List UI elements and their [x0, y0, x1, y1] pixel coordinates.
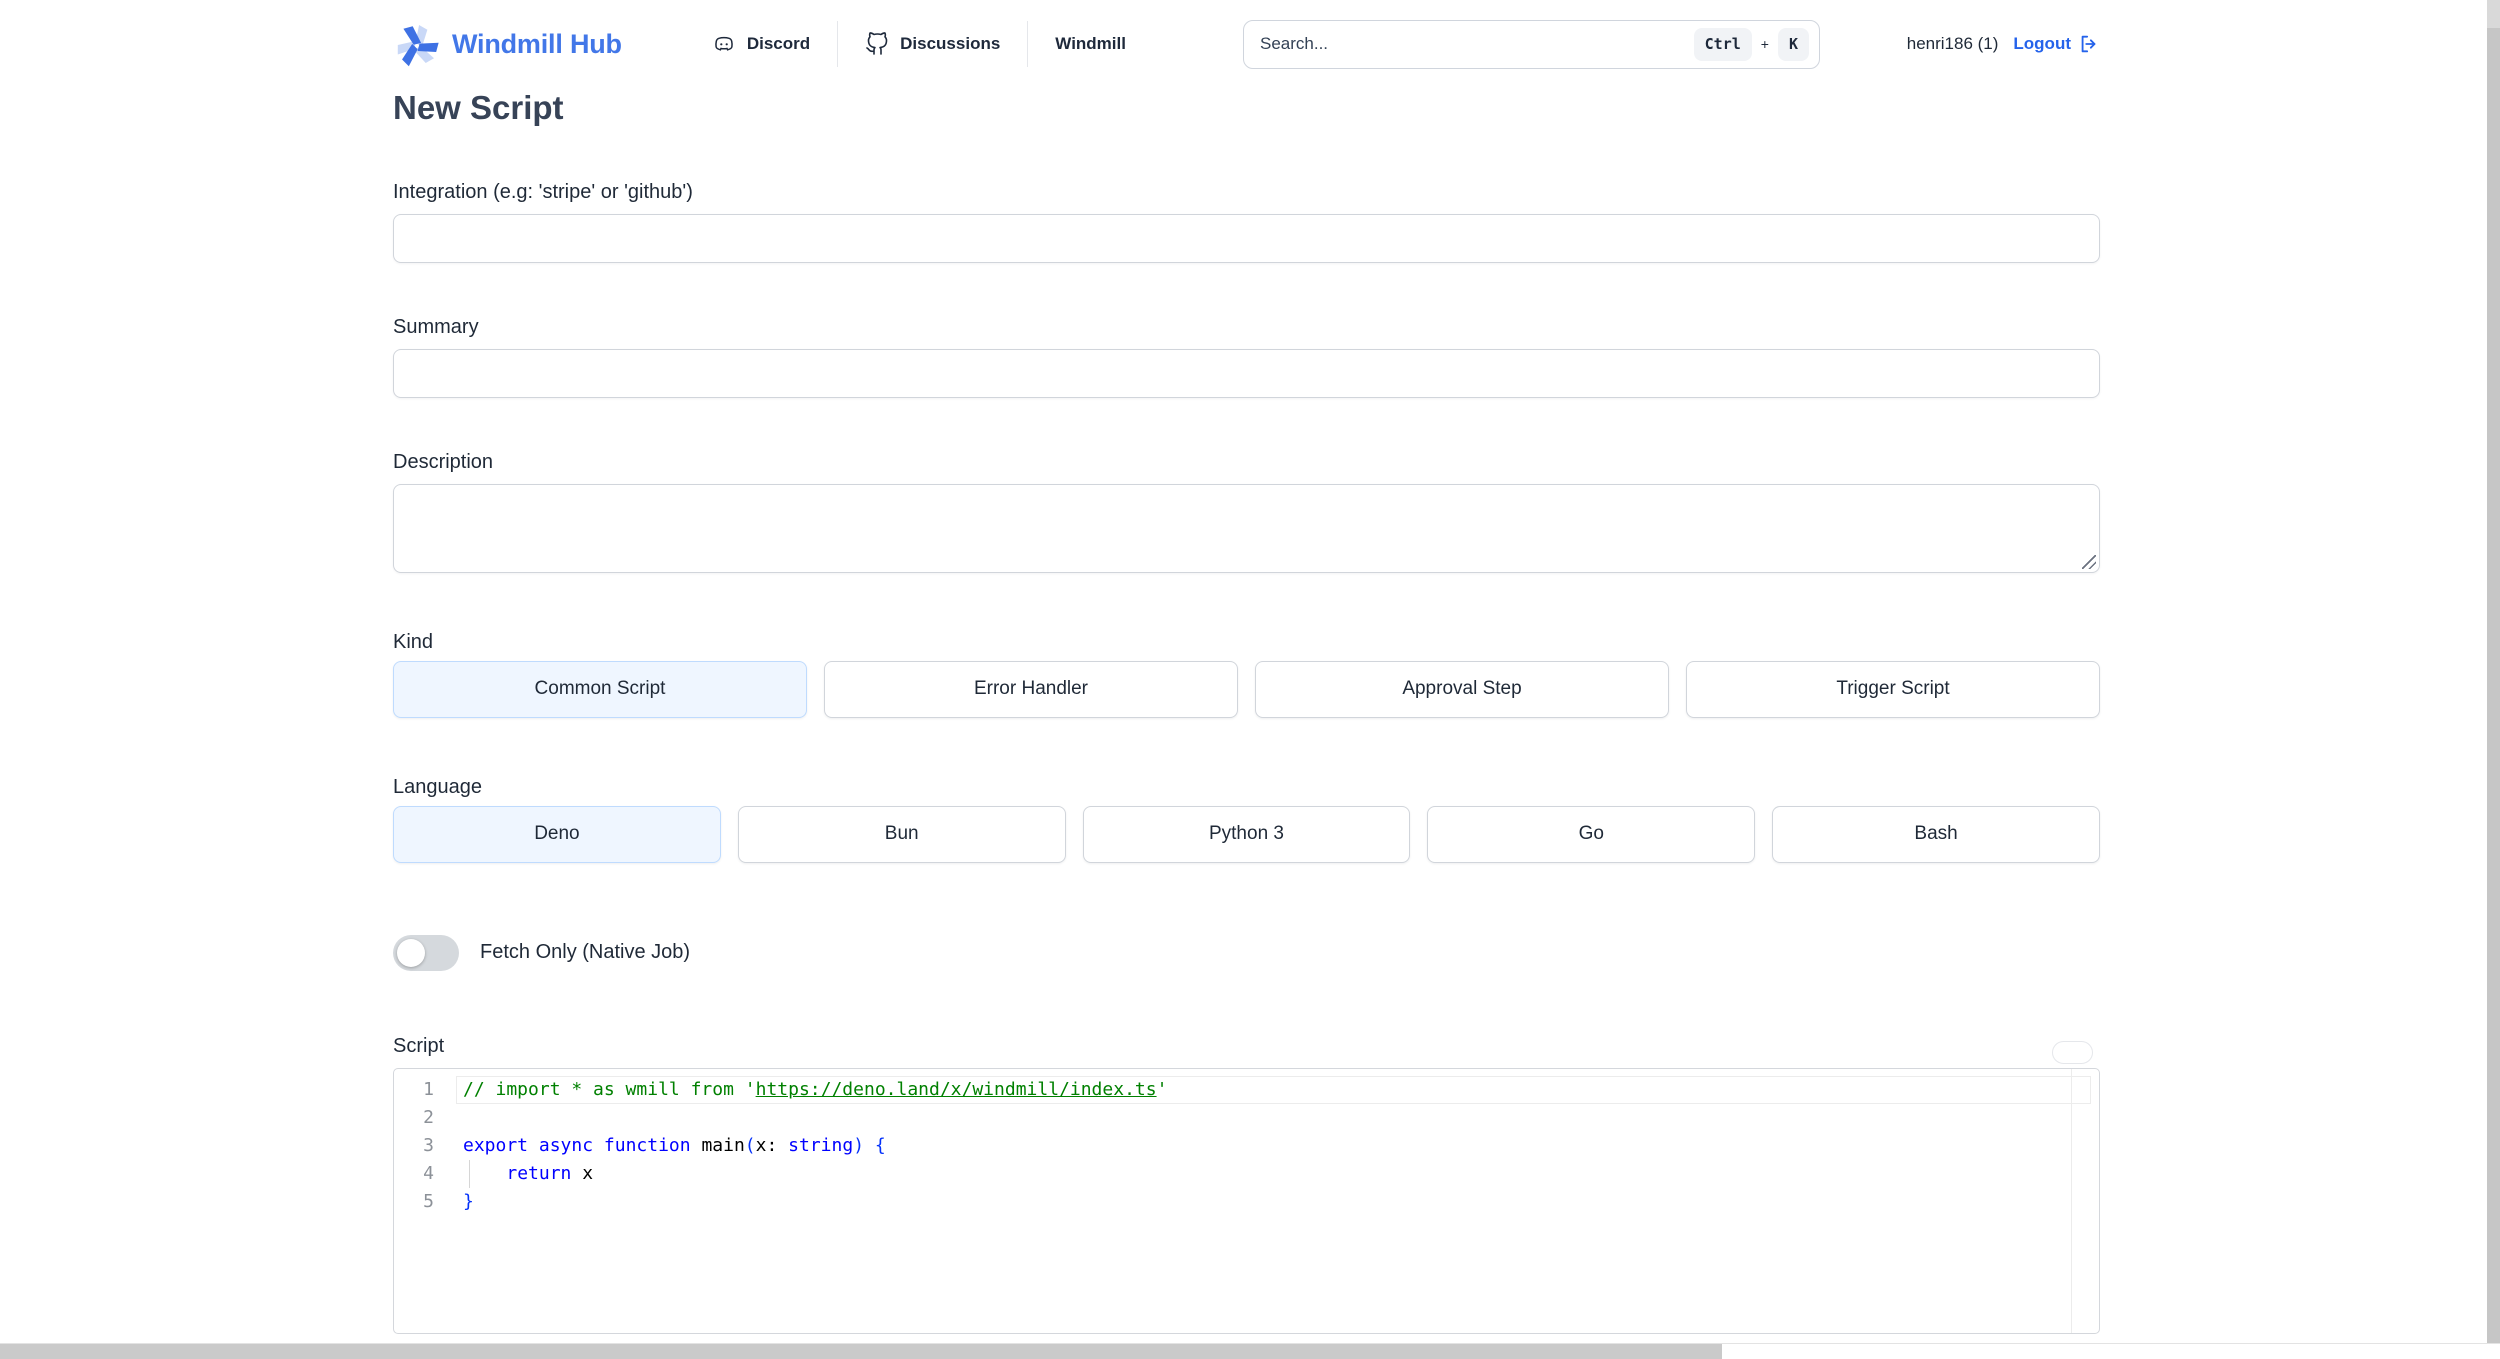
- summary-input[interactable]: [393, 348, 2100, 398]
- kind-label: Kind: [393, 630, 434, 653]
- search-input[interactable]: [1259, 34, 1685, 54]
- language-option-bash[interactable]: Bash: [1772, 805, 2100, 863]
- integration-input[interactable]: [393, 213, 2100, 263]
- github-icon: [865, 32, 889, 56]
- vertical-scrollbar-thumb[interactable]: [2487, 28, 2500, 1343]
- fetch-only-label: Fetch Only (Native Job): [480, 941, 691, 964]
- discord-icon: [712, 32, 736, 56]
- description-textarea[interactable]: [393, 483, 2100, 573]
- username-label: henri186 (1): [1906, 34, 1999, 53]
- code-line: 1 // import * as wmill from 'https://deno…: [394, 1076, 2099, 1104]
- language-option-bun[interactable]: Bun: [737, 805, 1066, 863]
- kind-option-approval-step[interactable]: Approval Step: [1255, 660, 1669, 718]
- kbd-k-badge: K: [1777, 27, 1809, 61]
- fetch-only-toggle[interactable]: [393, 934, 459, 971]
- code-line-content: }: [463, 1190, 474, 1212]
- language-option-python-3[interactable]: Python 3: [1082, 805, 1411, 863]
- integration-label: Integration (e.g: 'stripe' or 'github'): [393, 180, 693, 203]
- line-number: 5: [423, 1190, 434, 1212]
- logout-button[interactable]: Logout: [2013, 33, 2100, 55]
- code-line-content: export async function main(x: string) {: [463, 1134, 886, 1156]
- code-editor[interactable]: 1 // import * as wmill from 'https://deno…: [393, 1067, 2100, 1334]
- nav-item-label: Discussions: [900, 34, 1001, 53]
- language-options-row: Deno Bun Python 3 Go Bash: [393, 805, 2100, 863]
- kind-option-common-script[interactable]: Common Script: [393, 660, 807, 718]
- kind-option-error-handler[interactable]: Error Handler: [824, 660, 1238, 718]
- nav-item-discussions[interactable]: Discussions: [838, 32, 1027, 56]
- new-script-form: New Script Integration (e.g: 'stripe' or…: [393, 88, 2100, 1334]
- kind-option-trigger-script[interactable]: Trigger Script: [1686, 660, 2100, 718]
- logout-icon: [2078, 33, 2100, 55]
- windmill-logo-icon: [393, 21, 439, 67]
- brand-logo-link[interactable]: Windmill Hub: [393, 21, 622, 67]
- editor-scrollbar-ruler: [2071, 1068, 2072, 1333]
- language-option-go[interactable]: Go: [1427, 805, 1756, 863]
- description-label: Description: [393, 450, 494, 473]
- kbd-plus: +: [1760, 36, 1769, 52]
- kbd-ctrl-badge: Ctrl: [1693, 27, 1752, 61]
- kind-options-row: Common Script Error Handler Approval Step T…: [393, 660, 2100, 718]
- code-line: 2: [394, 1104, 2099, 1132]
- code-line: 3 export async function main(x: string) {: [394, 1132, 2099, 1160]
- horizontal-scrollbar-thumb[interactable]: [0, 1344, 1722, 1359]
- logout-label: Logout: [2013, 34, 2071, 53]
- top-header: Windmill Hub Discord Discussions Windmil…: [0, 0, 2500, 88]
- code-line-content: [456, 1104, 2091, 1132]
- horizontal-scrollbar[interactable]: [0, 1343, 2500, 1359]
- vertical-scrollbar[interactable]: [2487, 0, 2500, 1343]
- editor-theme-toggle[interactable]: [2052, 1040, 2093, 1064]
- line-number: 1: [423, 1078, 434, 1100]
- user-area: henri186 (1) Logout: [1907, 33, 2100, 55]
- nav-item-windmill[interactable]: Windmill: [1028, 34, 1153, 54]
- code-line-content: // import * as wmill from 'https://deno.…: [456, 1076, 2091, 1104]
- code-line: 4 return x: [394, 1159, 2099, 1188]
- fetch-only-row: Fetch Only (Native Job): [393, 934, 2100, 971]
- code-line-content: return x: [456, 1159, 2091, 1188]
- nav-item-label: Discord: [746, 34, 811, 53]
- script-label: Script: [393, 1034, 445, 1057]
- page-title: New Script: [393, 89, 564, 126]
- line-number: 3: [423, 1134, 434, 1156]
- language-option-deno[interactable]: Deno: [393, 805, 721, 863]
- code-lines: 1 // import * as wmill from 'https://deno…: [394, 1069, 2099, 1216]
- line-number: 4: [423, 1162, 434, 1184]
- script-section: Script 1 // import * as wmill from 'https…: [393, 1035, 2100, 1334]
- nav-item-discord[interactable]: Discord: [712, 32, 837, 56]
- code-line: 5}: [394, 1188, 2099, 1216]
- toggle-knob: [397, 938, 425, 967]
- search-box: Ctrl + K: [1242, 19, 1820, 69]
- language-label: Language: [393, 775, 482, 798]
- header-nav: Discord Discussions Windmill: [712, 0, 1153, 88]
- brand-name: Windmill Hub: [452, 28, 622, 59]
- nav-item-label: Windmill: [1055, 34, 1126, 53]
- summary-label: Summary: [393, 315, 479, 338]
- line-number: 2: [423, 1106, 434, 1128]
